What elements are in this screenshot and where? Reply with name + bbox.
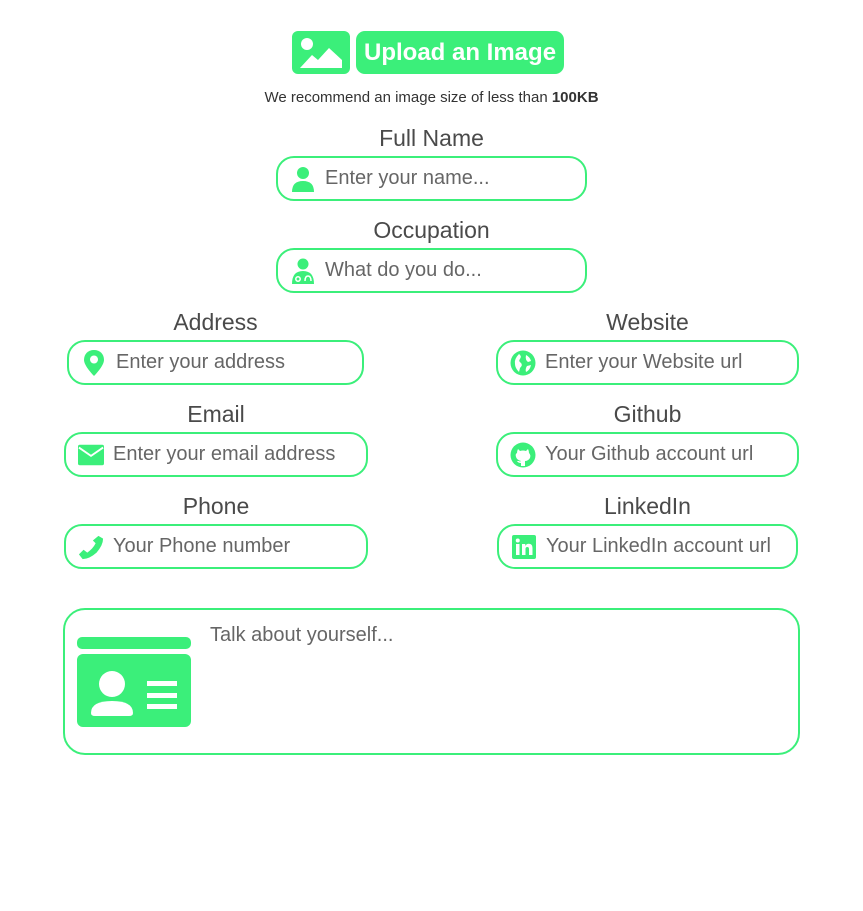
website-input[interactable] <box>545 351 797 374</box>
globe-icon <box>510 350 536 376</box>
envelope-icon <box>78 442 104 468</box>
full-name-input[interactable] <box>325 167 585 190</box>
github-field: Github <box>496 400 799 477</box>
occupation-input[interactable] <box>325 259 585 282</box>
address-input[interactable] <box>116 351 362 374</box>
linkedin-input[interactable] <box>546 535 796 558</box>
upload-row: Upload an Image <box>292 31 565 74</box>
upload-image-icon-button[interactable] <box>292 31 350 74</box>
recommend-size: 100KB <box>551 89 599 106</box>
linkedin-field: LinkedIn <box>497 492 798 569</box>
phone-icon <box>78 534 104 560</box>
linkedin-icon <box>511 534 537 560</box>
phone-field: Phone <box>64 492 368 569</box>
address-box[interactable] <box>67 340 364 385</box>
phone-input[interactable] <box>113 535 366 558</box>
image-icon <box>300 37 342 68</box>
linkedin-label: LinkedIn <box>604 493 691 519</box>
about-textarea[interactable] <box>210 624 780 734</box>
address-field: Address <box>67 308 364 385</box>
github-label: Github <box>613 401 682 427</box>
website-box[interactable] <box>496 340 799 385</box>
email-input[interactable] <box>113 443 366 466</box>
email-field: Email <box>64 400 368 477</box>
email-label: Email <box>187 401 245 427</box>
phone-label: Phone <box>182 493 250 519</box>
full-name-label: Full Name <box>379 125 484 151</box>
full-name-field: Full Name <box>276 124 587 201</box>
upload-image-button[interactable]: Upload an Image <box>356 31 565 74</box>
github-icon <box>510 442 536 468</box>
website-field: Website <box>496 308 799 385</box>
doctor-icon <box>290 258 316 284</box>
user-icon <box>290 166 316 192</box>
github-box[interactable] <box>496 432 799 477</box>
email-box[interactable] <box>64 432 368 477</box>
occupation-box[interactable] <box>276 248 587 293</box>
occupation-field: Occupation <box>276 216 587 293</box>
occupation-label: Occupation <box>373 217 490 243</box>
linkedin-box[interactable] <box>497 524 798 569</box>
phone-box[interactable] <box>64 524 368 569</box>
address-label: Address <box>173 309 258 335</box>
image-size-recommendation: We recommend an image size of less than … <box>0 89 863 106</box>
github-input[interactable] <box>545 443 797 466</box>
about-box[interactable] <box>63 608 800 755</box>
map-pin-icon <box>81 349 107 376</box>
recommend-text: We recommend an image size of less than <box>264 89 552 106</box>
full-name-box[interactable] <box>276 156 587 201</box>
website-label: Website <box>606 309 689 335</box>
id-card-icon <box>77 637 191 727</box>
